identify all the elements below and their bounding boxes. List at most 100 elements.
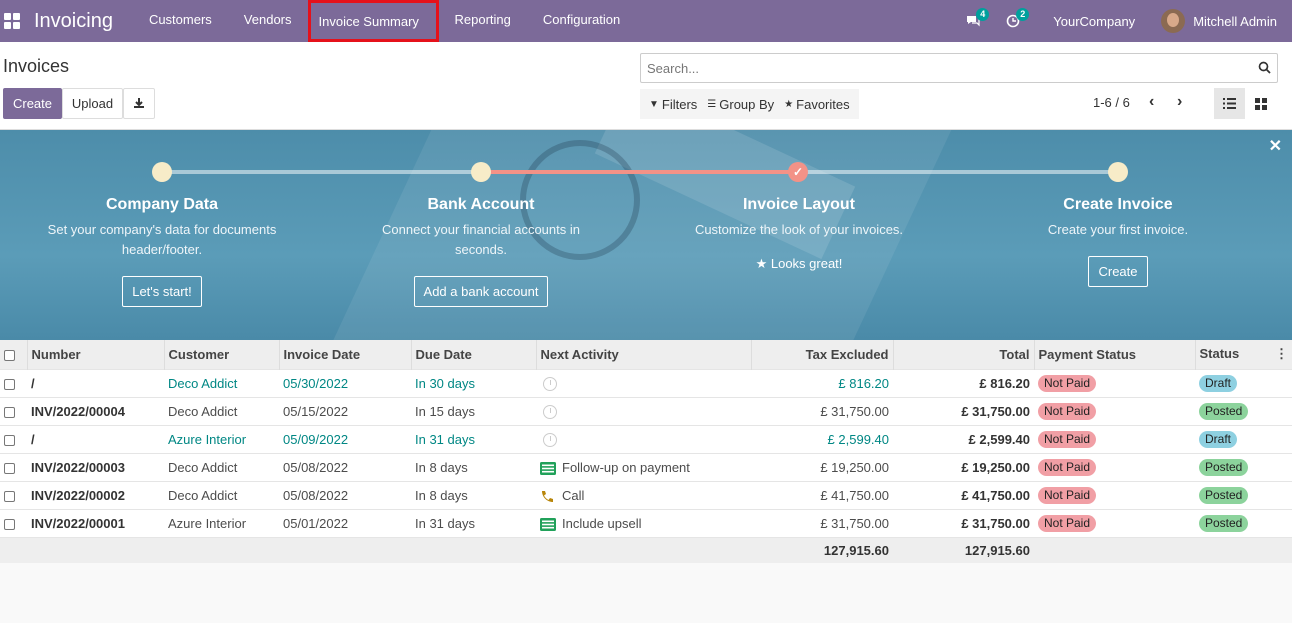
header-invoice-date[interactable]: Invoice Date: [279, 340, 412, 369]
cell-next-activity[interactable]: [536, 396, 751, 425]
cell-status[interactable]: Posted: [1195, 396, 1292, 425]
select-all-checkbox[interactable]: [4, 349, 15, 361]
cell-status[interactable]: Draft: [1195, 368, 1292, 397]
cell-tax-excluded[interactable]: £ 31,750.00: [751, 396, 893, 425]
header-number[interactable]: Number: [27, 340, 165, 369]
cell-status[interactable]: Draft: [1195, 424, 1292, 453]
table-row[interactable]: / Deco Addict 05/30/2022 In 30 days £ 81…: [0, 368, 1292, 397]
cell-due-date[interactable]: In 8 days: [411, 452, 536, 481]
cell-invoice-date[interactable]: 05/30/2022: [279, 368, 411, 397]
cell-tax-excluded[interactable]: £ 2,599.40: [751, 424, 893, 453]
table-row[interactable]: INV/2022/00003 Deco Addict 05/08/2022 In…: [0, 452, 1292, 481]
search-icon[interactable]: [1258, 61, 1271, 74]
groupby-dropdown[interactable]: ☰ Group By: [702, 97, 779, 112]
list-view-button[interactable]: [1214, 88, 1245, 119]
app-brand[interactable]: Invoicing: [34, 10, 113, 33]
cell-invoice-date[interactable]: 05/01/2022: [279, 508, 411, 537]
schedule-activity-icon[interactable]: [543, 404, 557, 419]
cell-customer[interactable]: Deco Addict: [164, 396, 279, 425]
cell-payment-status[interactable]: Not Paid: [1034, 368, 1195, 397]
cell-customer[interactable]: Deco Addict: [164, 368, 279, 397]
row-checkbox[interactable]: [4, 378, 15, 390]
upload-button[interactable]: Upload: [62, 88, 123, 119]
table-row[interactable]: INV/2022/00001 Azure Interior 05/01/2022…: [0, 508, 1292, 537]
cell-number[interactable]: INV/2022/00004: [27, 396, 164, 425]
header-tax-excluded[interactable]: Tax Excluded: [751, 340, 894, 369]
kanban-view-button[interactable]: [1245, 88, 1276, 119]
cell-tax-excluded[interactable]: £ 816.20: [751, 368, 893, 397]
cell-status[interactable]: Posted: [1195, 480, 1292, 509]
row-select-cell[interactable]: [0, 480, 27, 509]
table-row[interactable]: INV/2022/00002 Deco Addict 05/08/2022 In…: [0, 480, 1292, 509]
row-select-cell[interactable]: [0, 368, 27, 397]
cell-number[interactable]: /: [27, 368, 164, 397]
table-row[interactable]: INV/2022/00004 Deco Addict 05/15/2022 In…: [0, 396, 1292, 425]
activities-button[interactable]: 2: [993, 0, 1033, 42]
row-select-cell[interactable]: [0, 396, 27, 425]
messages-button[interactable]: 4: [953, 0, 993, 42]
pager-value[interactable]: 1-6 / 6: [1093, 95, 1130, 110]
company-switcher[interactable]: YourCompany: [1033, 14, 1161, 29]
cell-next-activity[interactable]: [536, 424, 751, 453]
create-button[interactable]: Create: [3, 88, 62, 119]
row-checkbox[interactable]: [4, 406, 15, 418]
cell-next-activity[interactable]: Include upsell: [536, 508, 751, 537]
cell-number[interactable]: INV/2022/00002: [27, 480, 164, 509]
header-total[interactable]: Total: [893, 340, 1035, 369]
header-customer[interactable]: Customer: [164, 340, 280, 369]
cell-payment-status[interactable]: Not Paid: [1034, 480, 1195, 509]
schedule-activity-icon[interactable]: [543, 432, 557, 447]
row-select-cell[interactable]: [0, 452, 27, 481]
cell-invoice-date[interactable]: 05/08/2022: [279, 452, 411, 481]
cell-tax-excluded[interactable]: £ 19,250.00: [751, 452, 893, 481]
row-checkbox[interactable]: [4, 462, 15, 474]
cell-status[interactable]: Posted: [1195, 452, 1292, 481]
cell-due-date[interactable]: In 31 days: [411, 508, 536, 537]
cell-customer[interactable]: Azure Interior: [164, 508, 279, 537]
cell-tax-excluded[interactable]: £ 31,750.00: [751, 508, 893, 537]
menu-invoice-summary[interactable]: Invoice Summary: [307, 0, 439, 42]
cell-customer[interactable]: Deco Addict: [164, 452, 279, 481]
menu-customers[interactable]: Customers: [133, 0, 228, 42]
cell-status[interactable]: Posted: [1195, 508, 1292, 537]
cell-total[interactable]: £ 41,750.00: [893, 480, 1034, 509]
user-avatar[interactable]: [1161, 9, 1186, 33]
apps-menu-icon[interactable]: [4, 13, 20, 29]
row-checkbox[interactable]: [4, 434, 15, 446]
user-menu[interactable]: Mitchell Admin: [1193, 14, 1292, 29]
cell-total[interactable]: £ 31,750.00: [893, 508, 1034, 537]
search-input[interactable]: [641, 54, 1241, 82]
select-all-cell[interactable]: [0, 340, 28, 369]
row-select-cell[interactable]: [0, 508, 27, 537]
download-button[interactable]: [123, 88, 155, 119]
header-status[interactable]: Status ⋮: [1195, 340, 1292, 369]
header-next-activity[interactable]: Next Activity: [536, 340, 752, 369]
pager-next-icon[interactable]: ›: [1177, 93, 1182, 111]
create-invoice-button[interactable]: Create: [1088, 256, 1148, 287]
cell-due-date[interactable]: In 31 days: [411, 424, 536, 453]
cell-payment-status[interactable]: Not Paid: [1034, 396, 1195, 425]
cell-number[interactable]: INV/2022/00003: [27, 452, 164, 481]
cell-total[interactable]: £ 2,599.40: [893, 424, 1034, 453]
add-bank-account-button[interactable]: Add a bank account: [413, 276, 549, 307]
header-due-date[interactable]: Due Date: [411, 340, 537, 369]
cell-payment-status[interactable]: Not Paid: [1034, 424, 1195, 453]
cell-total[interactable]: £ 31,750.00: [893, 396, 1034, 425]
row-select-cell[interactable]: [0, 424, 27, 453]
close-banner-icon[interactable]: ✕: [1269, 136, 1282, 156]
cell-invoice-date[interactable]: 05/15/2022: [279, 396, 411, 425]
cell-due-date[interactable]: In 30 days: [411, 368, 536, 397]
cell-due-date[interactable]: In 15 days: [411, 396, 536, 425]
filters-dropdown[interactable]: ▼ Filters: [644, 97, 702, 112]
cell-total[interactable]: £ 19,250.00: [893, 452, 1034, 481]
cell-customer[interactable]: Deco Addict: [164, 480, 279, 509]
table-row[interactable]: / Azure Interior 05/09/2022 In 31 days £…: [0, 424, 1292, 453]
menu-reporting[interactable]: Reporting: [439, 0, 527, 42]
cell-number[interactable]: INV/2022/00001: [27, 508, 164, 537]
cell-next-activity[interactable]: [536, 368, 751, 397]
menu-configuration[interactable]: Configuration: [527, 0, 636, 42]
cell-invoice-date[interactable]: 05/09/2022: [279, 424, 411, 453]
cell-customer[interactable]: Azure Interior: [164, 424, 279, 453]
lets-start-button[interactable]: Let's start!: [122, 276, 202, 307]
pager-previous-icon[interactable]: ‹: [1149, 93, 1154, 111]
